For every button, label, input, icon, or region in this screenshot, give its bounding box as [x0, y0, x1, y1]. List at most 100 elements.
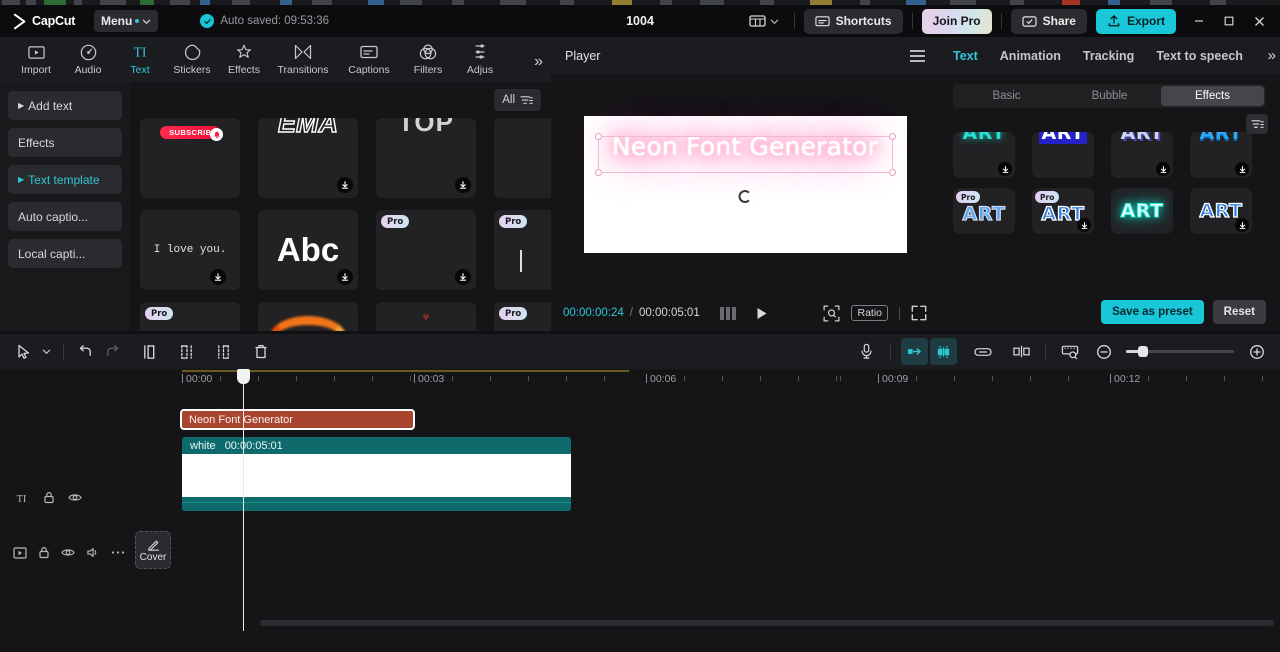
template-card[interactable]: Abc	[258, 210, 358, 290]
cover-button[interactable]: Cover	[135, 531, 171, 569]
selection-handle[interactable]	[594, 133, 602, 140]
effect-card[interactable]: Pro ART	[953, 188, 1015, 234]
tab-tracking[interactable]: Tracking	[1083, 49, 1134, 63]
shortcuts-button[interactable]: Shortcuts	[803, 8, 903, 34]
download-icon[interactable]	[337, 177, 353, 193]
frames-icon[interactable]	[719, 306, 736, 320]
tab-animation[interactable]: Animation	[1000, 49, 1061, 63]
download-icon[interactable]	[337, 269, 353, 285]
zoom-slider-handle[interactable]	[1138, 346, 1148, 357]
video-clip[interactable]: white 00:00:05:01	[182, 437, 571, 511]
export-button[interactable]: Export	[1095, 8, 1176, 34]
library-tab-adjust[interactable]: Adjus	[454, 43, 506, 76]
download-icon[interactable]	[998, 162, 1012, 176]
template-card[interactable]: I love you.	[140, 210, 240, 290]
trim-left-button[interactable]	[173, 338, 200, 365]
download-icon[interactable]	[455, 269, 471, 285]
download-icon[interactable]	[1077, 218, 1091, 232]
template-card[interactable]: EMA	[258, 118, 358, 198]
effect-card[interactable]: ART	[1190, 132, 1252, 178]
timeline-horizontal-scrollbar[interactable]	[260, 620, 1274, 626]
reset-button[interactable]: Reset	[1212, 300, 1266, 324]
select-tool-dropdown[interactable]	[37, 338, 55, 365]
effect-card[interactable]: Pro ART	[1032, 188, 1094, 234]
timeline-ruler[interactable]: 00:00 00:03 00:06 00:09 00:12	[0, 369, 1280, 391]
segment-basic[interactable]: Basic	[955, 86, 1058, 106]
template-card[interactable]: Pro	[494, 210, 551, 290]
volume-icon[interactable]	[86, 546, 100, 559]
sidebar-item-text-template[interactable]: ▶ Text template	[8, 165, 122, 194]
playhead[interactable]	[237, 369, 250, 631]
library-tab-import[interactable]: Import	[10, 43, 62, 76]
auto-fit-button[interactable]	[901, 338, 928, 365]
download-icon[interactable]	[455, 177, 471, 193]
delete-button[interactable]	[247, 338, 274, 365]
tab-text[interactable]: Text	[953, 49, 978, 63]
download-icon[interactable]	[1235, 162, 1249, 176]
window-minimize-button[interactable]	[1184, 5, 1214, 37]
undo-button[interactable]	[72, 338, 99, 365]
split-button[interactable]	[136, 338, 163, 365]
library-more-tabs-button[interactable]: »	[534, 53, 543, 71]
window-close-button[interactable]	[1244, 5, 1274, 37]
download-icon[interactable]	[210, 269, 226, 285]
library-tab-filters[interactable]: Filters	[402, 43, 454, 76]
share-button[interactable]: Share	[1010, 8, 1087, 34]
text-selection-box[interactable]	[594, 133, 896, 176]
zoom-fit-button[interactable]	[823, 305, 840, 322]
template-card[interactable]: Pro	[140, 302, 240, 331]
more-icon[interactable]	[111, 550, 125, 555]
template-card[interactable]: SUBSCRIBE	[258, 302, 358, 331]
keyframe-preview-button[interactable]	[1056, 338, 1083, 365]
sidebar-item-effects[interactable]: Effects	[8, 128, 122, 157]
eye-icon[interactable]	[68, 492, 82, 503]
selection-handle[interactable]	[888, 133, 896, 140]
effect-card[interactable]: ART	[1032, 132, 1094, 178]
video-canvas[interactable]: Neon Font Generator	[583, 116, 907, 253]
layout-switch-button[interactable]	[743, 11, 785, 31]
trim-right-button[interactable]	[210, 338, 237, 365]
template-card[interactable]: ♥	[376, 302, 476, 331]
template-card[interactable]: TOP	[376, 118, 476, 198]
tracks-area[interactable]: Cover Neon Font Generator white 00:00:05…	[130, 369, 1280, 631]
lock-icon[interactable]	[43, 491, 55, 504]
eye-icon[interactable]	[61, 547, 75, 558]
template-card[interactable]: Pro	[376, 210, 476, 290]
template-card[interactable]	[494, 118, 551, 198]
fullscreen-button[interactable]	[911, 305, 927, 321]
magnet-snap-button[interactable]	[930, 338, 957, 365]
sidebar-item-local-captions[interactable]: Local capti...	[8, 239, 122, 268]
playhead-handle[interactable]	[237, 369, 250, 384]
menu-button[interactable]: Menu	[94, 10, 159, 32]
inspector-more-tabs-button[interactable]: »	[1268, 47, 1276, 64]
play-button[interactable]	[754, 306, 769, 321]
selection-handle[interactable]	[594, 169, 602, 176]
effects-filter-button[interactable]	[1246, 114, 1268, 134]
sidebar-item-add-text[interactable]: ▶ Add text	[8, 91, 122, 120]
library-tab-stickers[interactable]: Stickers	[166, 43, 218, 76]
selection-handle[interactable]	[888, 169, 896, 176]
window-maximize-button[interactable]	[1214, 5, 1244, 37]
download-icon[interactable]	[1156, 162, 1170, 176]
template-card[interactable]: Pro	[494, 302, 551, 331]
effect-card[interactable]: ART	[953, 132, 1015, 178]
effect-card[interactable]: ART	[1111, 132, 1173, 178]
segment-bubble[interactable]: Bubble	[1058, 86, 1161, 106]
effect-card[interactable]: ART	[1111, 188, 1173, 234]
tab-text-to-speech[interactable]: Text to speech	[1156, 49, 1243, 63]
sidebar-item-auto-captions[interactable]: Auto captio...	[8, 202, 122, 231]
zoom-out-button[interactable]	[1090, 338, 1117, 365]
segment-effects[interactable]: Effects	[1161, 86, 1264, 106]
lock-icon[interactable]	[38, 546, 50, 559]
ratio-button[interactable]: Ratio	[851, 305, 888, 321]
record-voiceover-button[interactable]	[853, 338, 880, 365]
effect-card[interactable]: ART	[1190, 188, 1252, 234]
download-icon[interactable]	[1235, 218, 1249, 232]
library-tab-audio[interactable]: Audio	[62, 43, 114, 76]
zoom-in-button[interactable]	[1243, 338, 1270, 365]
link-button[interactable]	[969, 338, 996, 365]
hamburger-icon[interactable]	[910, 49, 925, 62]
library-tab-effects[interactable]: Effects	[218, 43, 270, 76]
template-card[interactable]: SUBSCRIBE	[140, 118, 240, 198]
library-tab-transitions[interactable]: Transitions	[270, 43, 336, 76]
